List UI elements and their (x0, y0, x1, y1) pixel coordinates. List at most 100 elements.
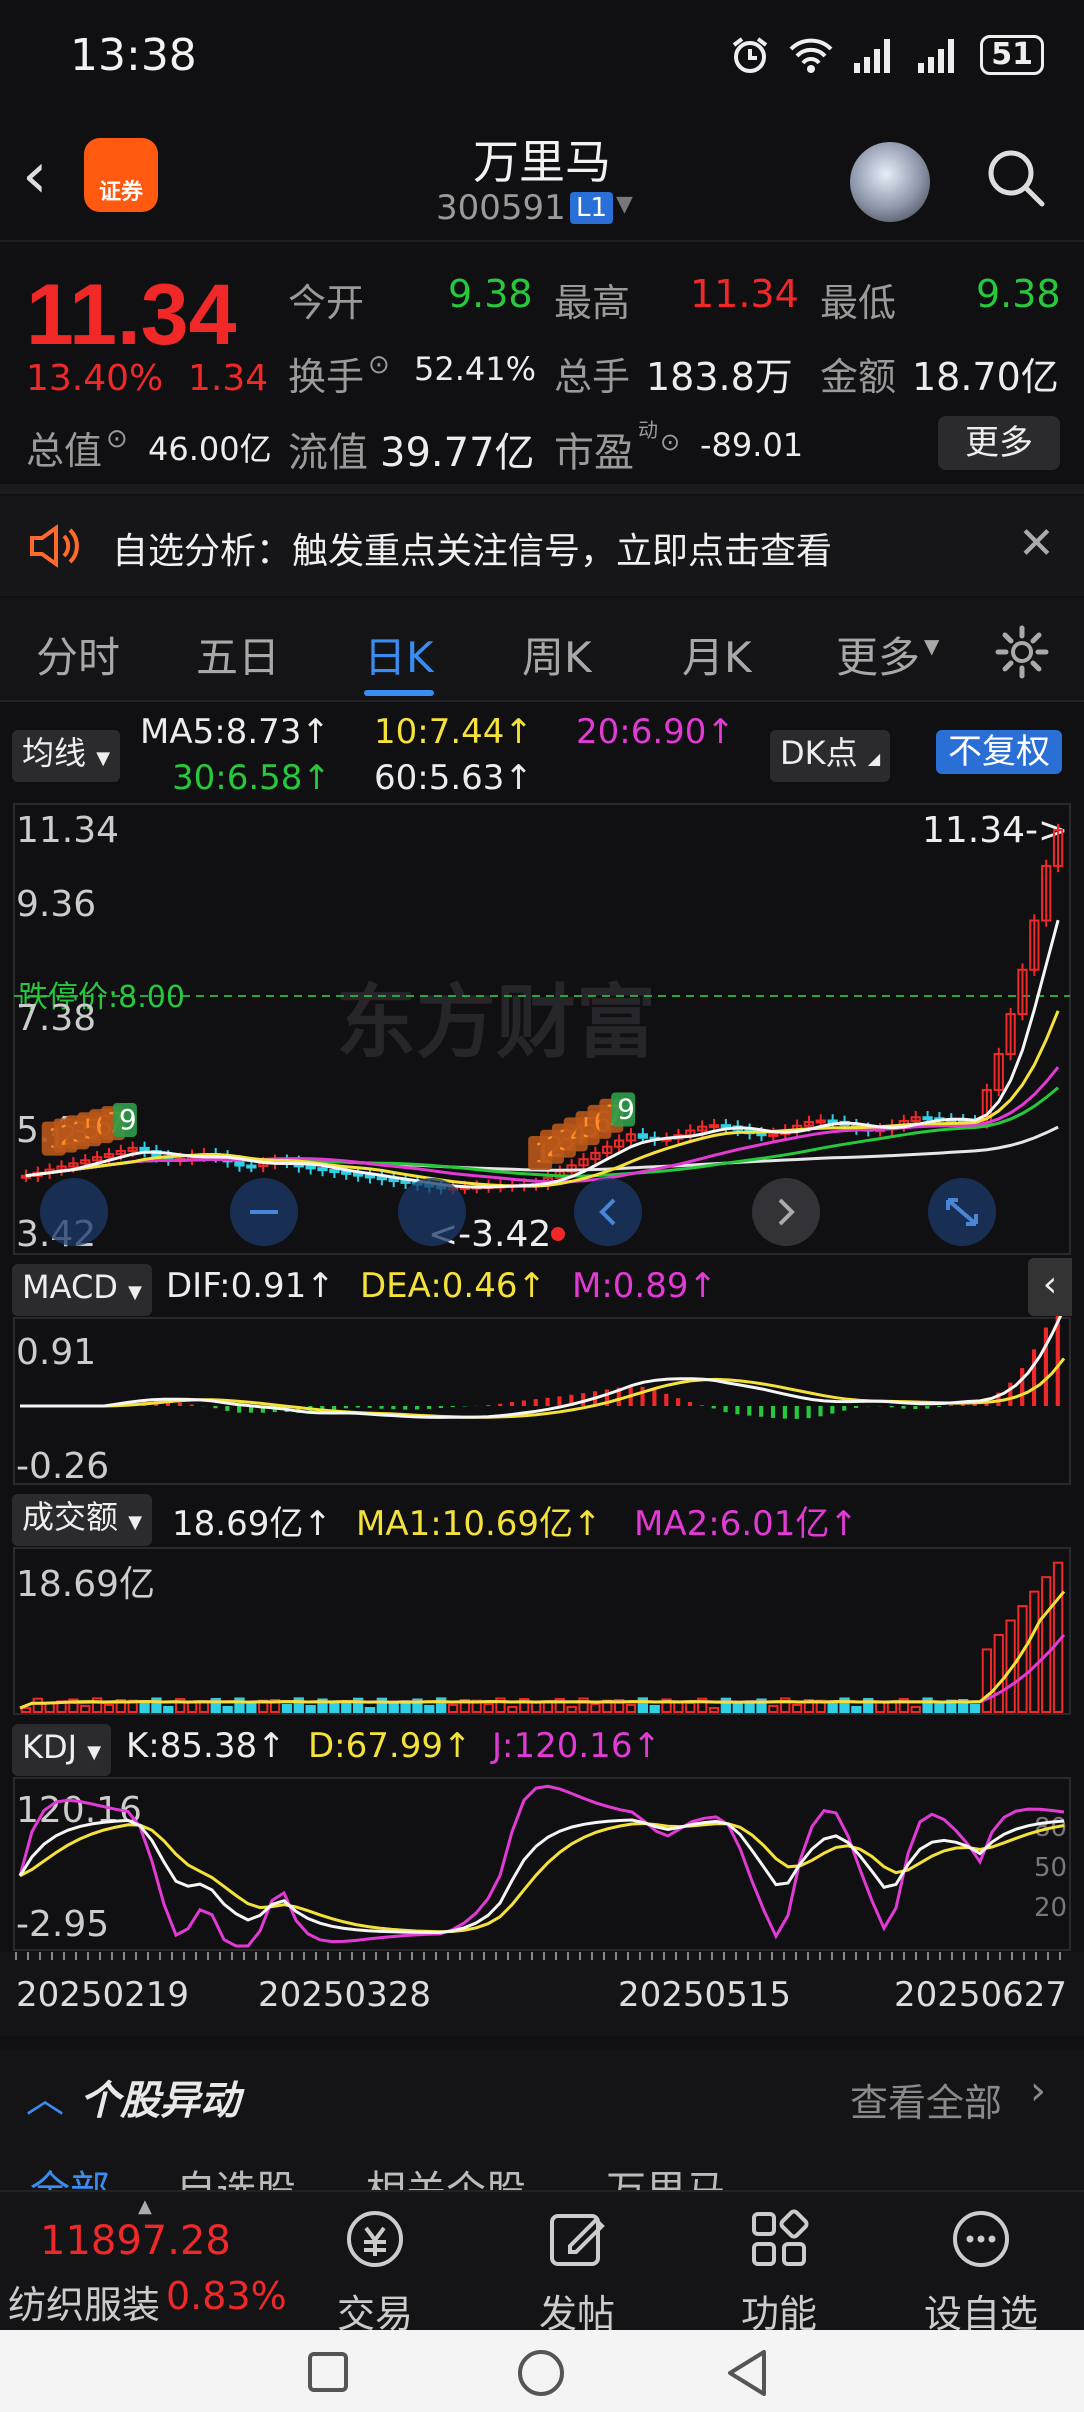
close-icon[interactable]: ✕ (1018, 518, 1055, 569)
stock-code: 300591 (436, 188, 566, 228)
macd-bar (379, 1406, 384, 1409)
macd-bar (640, 1386, 645, 1406)
level-dropdown-icon[interactable]: ▼ (616, 192, 633, 217)
amount-label: 金额 (820, 355, 897, 399)
assistant-avatar[interactable] (850, 142, 930, 222)
macd-bar (652, 1389, 657, 1406)
volume-selector[interactable]: 成交额 ▼ (12, 1494, 153, 1546)
kline-chart[interactable]: 东方财富 跌停价:8.00 11.34 9.36 7.38 5.40 3.42 … (0, 800, 1084, 1260)
macd-bar (343, 1406, 349, 1409)
sector-index[interactable]: ▲ 11897.28 纺织服装 0.83% (0, 2192, 290, 2332)
candle (400, 1179, 411, 1184)
scroll-left-button[interactable] (574, 1178, 642, 1246)
macd-bar (854, 1406, 859, 1408)
volume-bar (80, 1704, 91, 1713)
volume-bar (32, 1697, 43, 1714)
candle (305, 1165, 316, 1170)
ma-dropdown-icon: ▼ (96, 748, 111, 769)
collapse-panel-button[interactable]: ‹ (1028, 1258, 1072, 1316)
macd-bar (403, 1406, 408, 1410)
view-all-link[interactable]: 查看全部 (850, 2072, 1002, 2127)
pe-info-icon[interactable]: ⊙ (660, 428, 680, 456)
kdj-selector[interactable]: KDJ ▼ (12, 1724, 112, 1776)
macd-bar (486, 1405, 491, 1406)
add-watchlist-button[interactable]: 设自选 (916, 2204, 1046, 2338)
tab-daily-k[interactable]: 日K (364, 624, 434, 696)
tab-intraday[interactable]: 分时 (36, 624, 120, 685)
signal-banner[interactable]: 自选分析：触发重点关注信号，立即点击查看 ✕ (0, 496, 1084, 596)
alarm-icon (733, 37, 768, 73)
adjust-mode-button[interactable]: 不复权 (936, 730, 1062, 774)
subtab-watchlist[interactable]: 自选股 (176, 2158, 296, 2190)
pe-label: 市盈 (554, 430, 634, 476)
y-axis-max: 11.34 (16, 810, 119, 851)
tab-5day[interactable]: 五日 (196, 624, 280, 685)
kdj-ref-20: 20 (1034, 1893, 1067, 1923)
macd-m: M:0.89↑ (572, 1266, 717, 1306)
volume-value: 183.8万 (646, 355, 793, 399)
change-pct: 13.40% (26, 358, 164, 399)
top-nav: ‹ 证券 万里马 300591 L1 ▼ (0, 110, 1084, 242)
tab-more-dropdown-icon[interactable]: ▼ (924, 634, 939, 658)
kdj-selector-label: KDJ (22, 1728, 78, 1766)
subtab-related[interactable]: 相关个股 (366, 2158, 526, 2190)
y-axis-3: 7.38 (16, 998, 96, 1039)
volume-bar (163, 1705, 174, 1713)
post-button[interactable]: 发帖 (512, 2204, 642, 2338)
home-icon[interactable] (516, 2348, 566, 2398)
back-nav-icon[interactable] (724, 2348, 770, 2398)
macd-bar (842, 1406, 847, 1411)
turnover-info-icon[interactable]: ⊙ (368, 350, 390, 380)
subtab-all[interactable]: 全部 (30, 2158, 110, 2190)
scroll-right-button[interactable] (752, 1178, 820, 1246)
trade-button[interactable]: 交易 (310, 2204, 440, 2338)
signal-icon (854, 39, 891, 73)
macd-bar (213, 1406, 218, 1409)
macd-bar (889, 1406, 894, 1408)
trade-icon (347, 2211, 403, 2267)
recents-icon[interactable] (306, 2350, 350, 2394)
collapse-icon[interactable]: ︿ (26, 2068, 64, 2123)
settings-gear-icon[interactable] (994, 624, 1050, 680)
macd-bar (699, 1405, 704, 1406)
macd-bar (818, 1406, 823, 1417)
macd-bar (557, 1396, 562, 1406)
candle (246, 1164, 257, 1169)
macd-bar (1031, 1349, 1037, 1406)
macd-bar (521, 1400, 526, 1406)
tab-monthly-k[interactable]: 月K (682, 624, 752, 685)
status-time: 13:38 (70, 30, 197, 81)
chart-tabs: 分时 五日 日K 周K 月K 更多 ▼ (0, 598, 1084, 702)
subtab-stock[interactable]: 万里马 (606, 2158, 726, 2190)
pe-value: -89.01 (700, 426, 804, 464)
tab-more[interactable]: 更多 (836, 624, 920, 685)
low-value: 9.38 (976, 272, 1061, 316)
macd-dropdown-icon: ▼ (128, 1282, 142, 1303)
volume-selector-label: 成交额 (22, 1498, 119, 1536)
mktcap-info-icon[interactable]: ⊙ (106, 424, 128, 454)
zoom-in-button[interactable] (398, 1178, 466, 1246)
level-badge[interactable]: L1 (570, 192, 614, 224)
volume-bar (649, 1704, 660, 1713)
more-quote-button[interactable]: 更多 (938, 416, 1060, 470)
search-icon[interactable] (984, 146, 1048, 210)
low-label: 最低 (820, 281, 897, 325)
last-price-marker: 11.34-> (922, 810, 1068, 851)
alerts-title: 个股异动 (80, 2078, 240, 2124)
grid-icon (752, 2209, 809, 2266)
volume-value: 18.69亿↑ (172, 1504, 332, 1544)
functions-button[interactable]: 功能 (714, 2204, 844, 2338)
macd-selector[interactable]: MACD ▼ (12, 1264, 152, 1316)
chevron-right-icon[interactable]: › (1030, 2068, 1046, 2114)
chart-left-nav-button[interactable] (40, 1178, 108, 1246)
dk-point-button[interactable]: DK点 ◢ (770, 730, 891, 782)
macd-bar (782, 1406, 787, 1419)
volume-bar (993, 1633, 1004, 1713)
tab-weekly-k[interactable]: 周K (522, 624, 592, 685)
volume-ma2: MA2:6.01亿↑ (634, 1504, 858, 1544)
macd-y-max: 0.91 (16, 1332, 96, 1373)
kdj-y-min: -2.95 (16, 1904, 109, 1945)
ma-selector[interactable]: 均线 ▼ (12, 730, 121, 782)
volume-bar (590, 1702, 601, 1713)
volume-bar (934, 1702, 945, 1714)
